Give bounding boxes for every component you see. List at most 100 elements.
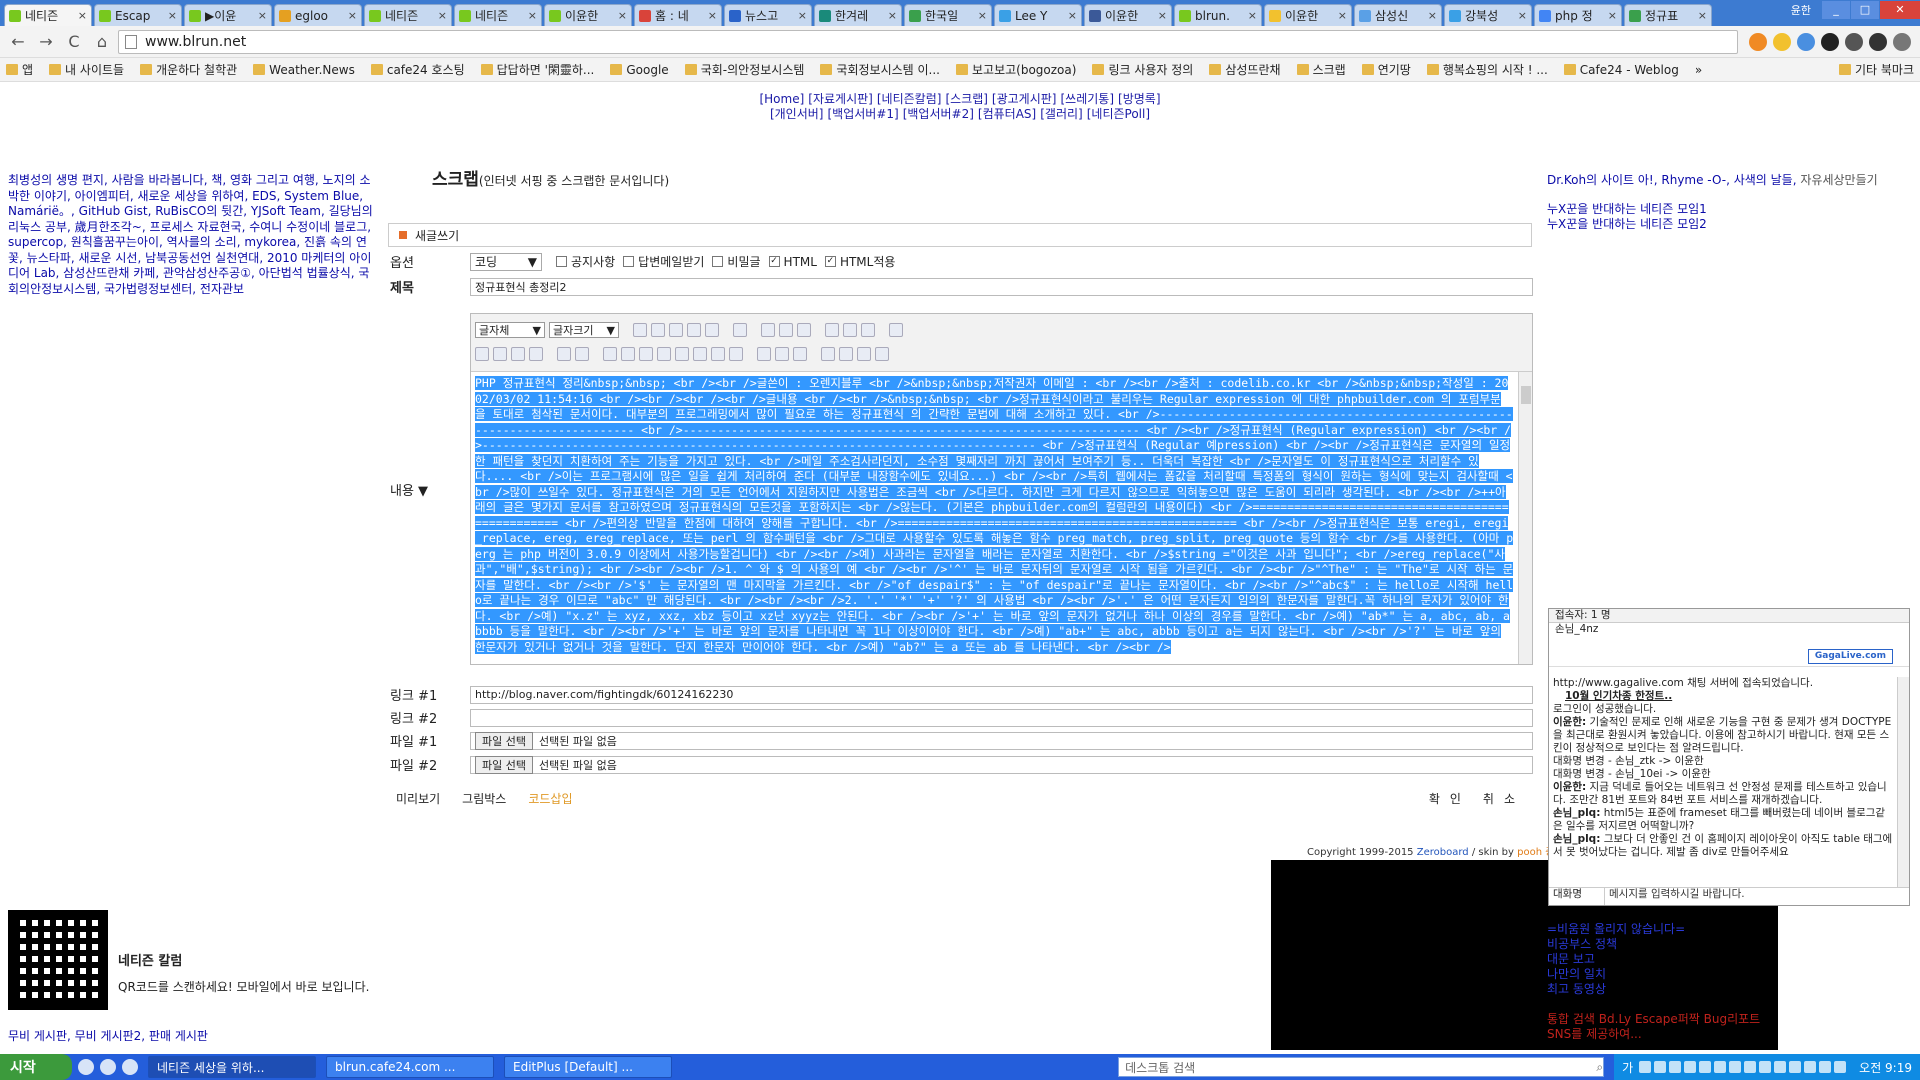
browser-tab[interactable]: 삼성신 × (1354, 4, 1442, 26)
selected-content-text[interactable]: PHP 정규표현식 정리&nbsp;&nbsp; <br /><br />글쓴이… (475, 376, 1514, 654)
bookmark-item[interactable]: 개운하다 철학관 (140, 61, 237, 78)
save-icon[interactable] (729, 347, 743, 361)
chrome-icon[interactable] (122, 1059, 138, 1075)
close-icon[interactable]: × (438, 9, 447, 22)
link2-input[interactable] (470, 708, 1533, 727)
close-icon[interactable]: × (1428, 9, 1437, 22)
board-links[interactable]: 무비 게시판, 무비 게시판2, 판매 게시판 (8, 1027, 208, 1044)
address-bar[interactable]: www.blrun.net (118, 29, 1738, 54)
browser-tab[interactable]: ▶이윤 × (184, 4, 272, 26)
url-text[interactable]: www.blrun.net (145, 34, 246, 50)
tray-icon[interactable] (1669, 1061, 1682, 1073)
browser-tab[interactable]: 이윤한 × (544, 4, 632, 26)
menu-link[interactable]: [자료게시판] (808, 92, 873, 106)
tray-icon[interactable] (1804, 1061, 1817, 1073)
image-icon[interactable] (687, 323, 701, 337)
menu-link[interactable]: [백업서버#2] (903, 107, 974, 121)
bookmark-item[interactable]: 답답하면 '閑靈하... (480, 61, 594, 78)
undo-icon[interactable] (711, 347, 725, 361)
tray-icon[interactable] (1654, 1061, 1667, 1073)
file1-choose-button[interactable]: 파일 선택 (475, 731, 533, 750)
menu-link[interactable]: [네티즌Poll] (1087, 107, 1150, 121)
browser-tab[interactable]: 정규표 × (1624, 4, 1712, 26)
reload-icon[interactable]: C (62, 30, 86, 54)
table-row-icon[interactable] (779, 323, 793, 337)
menu-link[interactable]: [갤러리] (1040, 107, 1082, 121)
editor-scrollbar[interactable] (1518, 372, 1532, 664)
close-icon[interactable]: × (1518, 9, 1527, 22)
bookmark-item[interactable]: Google (610, 63, 669, 77)
close-icon[interactable]: × (78, 9, 87, 22)
extension-icon[interactable] (1821, 32, 1839, 51)
menu-link[interactable]: [스크랩] (945, 92, 987, 106)
tray-icon[interactable] (1759, 1061, 1772, 1073)
title-input[interactable]: 정규표현식 총정리2 (470, 277, 1533, 296)
back-icon[interactable]: ← (6, 30, 30, 54)
checkbox[interactable] (623, 256, 635, 267)
browser-tab[interactable]: 네티즌 × (4, 4, 92, 26)
option-checkbox[interactable]: 비밀글 (712, 253, 761, 270)
bookmark-item[interactable]: 링크 사용자 정의 (1092, 61, 1193, 78)
tray-icon[interactable] (1729, 1061, 1742, 1073)
close-icon[interactable]: × (1338, 9, 1347, 22)
blue-link[interactable]: 비공부스 정책 (1547, 937, 1685, 952)
group-link[interactable]: 누X꾼을 반대하는 네티즌 모임2 (1547, 217, 1707, 232)
menu-link[interactable]: [Home] (759, 92, 804, 106)
link-icon[interactable] (651, 323, 665, 337)
taskbar-window-button[interactable]: 네티즌 세상을 위하... (148, 1056, 316, 1078)
close-icon[interactable]: × (1068, 9, 1077, 22)
bookmark-item[interactable]: 삼성뜨란채 (1209, 61, 1281, 78)
tray-icon[interactable] (1639, 1061, 1652, 1073)
bookmark-item[interactable]: 내 사이트들 (49, 61, 124, 78)
file2-choose-button[interactable]: 파일 선택 (475, 755, 533, 774)
close-icon[interactable]: × (168, 9, 177, 22)
indent-more-icon[interactable] (857, 347, 871, 361)
browser-tab[interactable]: 이윤한 × (1084, 4, 1172, 26)
profile-name[interactable]: 윤한 (1791, 2, 1811, 18)
option-checkbox[interactable]: 답변메일받기 (623, 253, 704, 270)
font-color-icon[interactable] (557, 347, 571, 361)
checkbox[interactable]: ✓ (824, 256, 836, 267)
tray-icon[interactable] (1699, 1061, 1712, 1073)
rss-icon[interactable] (1749, 32, 1767, 51)
bookmark-item[interactable]: 앱 (6, 61, 33, 78)
close-icon[interactable]: × (978, 9, 987, 22)
blue-link[interactable]: 대문 보고 (1547, 952, 1685, 967)
menu-icon[interactable] (1893, 32, 1911, 51)
font-size-select[interactable]: 글자크기 ▼ (549, 322, 619, 338)
home-icon[interactable]: ⌂ (90, 30, 114, 54)
tray-icon[interactable] (1834, 1061, 1847, 1073)
align-right-icon[interactable] (793, 347, 807, 361)
menu-link[interactable]: [쓰레기통] (1061, 92, 1115, 106)
checkbox[interactable]: ✓ (768, 256, 780, 267)
close-icon[interactable]: × (618, 9, 627, 22)
browser-tab[interactable]: 네티즌 × (364, 4, 452, 26)
extension-icon[interactable] (1845, 32, 1863, 51)
gagalive-link[interactable]: GagaLive.com (1807, 649, 1893, 664)
taskbar-window-button[interactable]: EditPlus [Default] ... (504, 1056, 672, 1078)
browser-tab[interactable]: 네티즌 × (454, 4, 542, 26)
menu-link[interactable]: [컴퓨터AS] (978, 107, 1036, 121)
ie-icon[interactable] (78, 1059, 94, 1075)
strike-icon[interactable] (529, 347, 543, 361)
bookmark-item[interactable]: 연기땅 (1361, 61, 1411, 78)
globe-icon[interactable] (705, 323, 719, 337)
close-icon[interactable]: × (798, 9, 807, 22)
chat-message-input[interactable]: 메시지를 입력하시길 바랍니다. (1605, 888, 1909, 905)
tray-icon[interactable] (1819, 1061, 1832, 1073)
zeroboard-link[interactable]: Zeroboard (1417, 847, 1469, 858)
tray-icon[interactable] (1714, 1061, 1727, 1073)
language-indicator[interactable]: 가 (1622, 1059, 1633, 1076)
bookmark-item[interactable]: 국회-의안정보시스템 (684, 61, 804, 78)
close-icon[interactable]: × (1248, 9, 1257, 22)
chat-nick-label[interactable]: 대화명 (1549, 888, 1605, 905)
right-top-links[interactable]: Dr.Koh의 사이트 아!, Rhyme -O-, 사색의 날들, (1547, 173, 1797, 187)
browser-tab[interactable]: Lee Y × (994, 4, 1082, 26)
browser-tab[interactable]: 한국일 × (904, 4, 992, 26)
scissors-icon[interactable] (621, 347, 635, 361)
browser-tab[interactable]: 뉴스고 × (724, 4, 812, 26)
tray-icon[interactable] (1789, 1061, 1802, 1073)
move-icon[interactable] (861, 323, 875, 337)
blue-link[interactable]: =비움원 올리지 않습니다= (1547, 922, 1685, 937)
close-icon[interactable]: × (348, 9, 357, 22)
